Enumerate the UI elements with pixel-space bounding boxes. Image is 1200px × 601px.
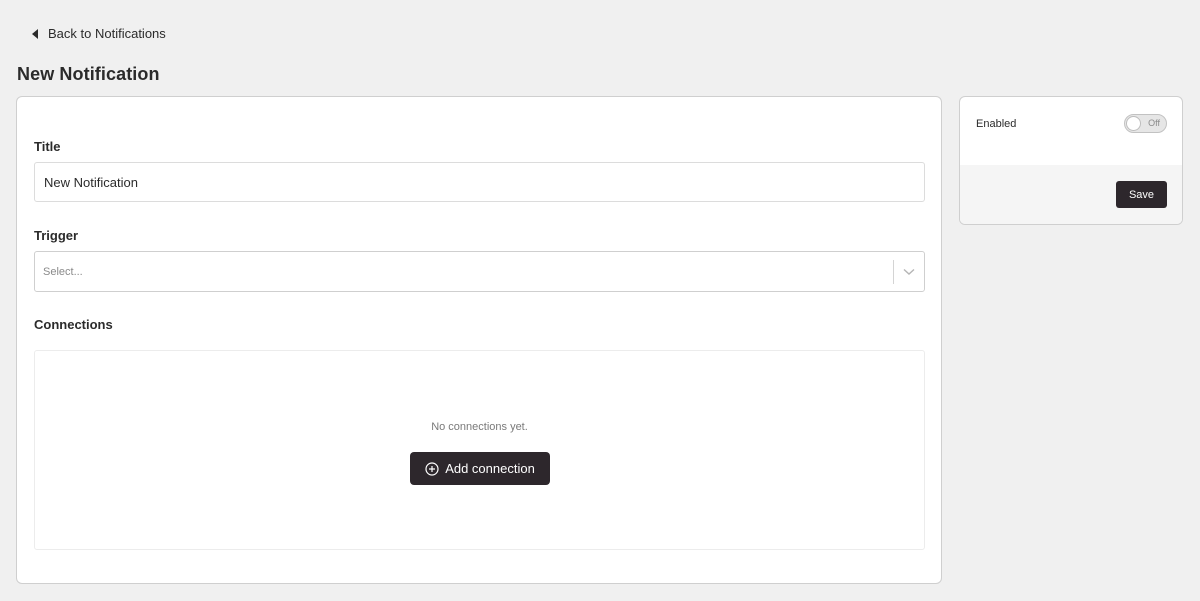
- enabled-label: Enabled: [976, 118, 1017, 130]
- connections-label: Connections: [34, 317, 113, 332]
- connections-panel: No connections yet. Add connection: [34, 350, 925, 550]
- add-connection-button[interactable]: Add connection: [410, 452, 550, 485]
- caret-left-icon: [32, 28, 38, 39]
- toggle-state-text: Off: [1148, 118, 1160, 128]
- notification-editor-page: Back to Notifications New Notification T…: [0, 0, 1200, 601]
- title-input[interactable]: [34, 162, 925, 202]
- save-button[interactable]: Save: [1116, 181, 1167, 208]
- toggle-knob: [1126, 116, 1141, 131]
- trigger-select-placeholder: Select...: [43, 265, 83, 278]
- notification-form-card: Title Trigger Select... Connections No c…: [16, 96, 942, 584]
- enabled-toggle[interactable]: Off: [1124, 114, 1167, 133]
- trigger-select[interactable]: Select...: [34, 251, 925, 292]
- plus-circle-icon: [425, 461, 439, 476]
- add-connection-label: Add connection: [445, 461, 535, 476]
- page-title: New Notification: [17, 64, 160, 84]
- back-to-notifications-link[interactable]: Back to Notifications: [32, 26, 166, 41]
- title-label: Title: [34, 139, 61, 154]
- back-link-label: Back to Notifications: [48, 26, 166, 41]
- publish-card: Enabled Off Save: [959, 96, 1183, 225]
- empty-connections-message: No connections yet.: [431, 421, 528, 433]
- chevron-down-icon[interactable]: [894, 252, 924, 291]
- trigger-label: Trigger: [34, 228, 79, 243]
- publish-card-footer: Save: [960, 165, 1182, 224]
